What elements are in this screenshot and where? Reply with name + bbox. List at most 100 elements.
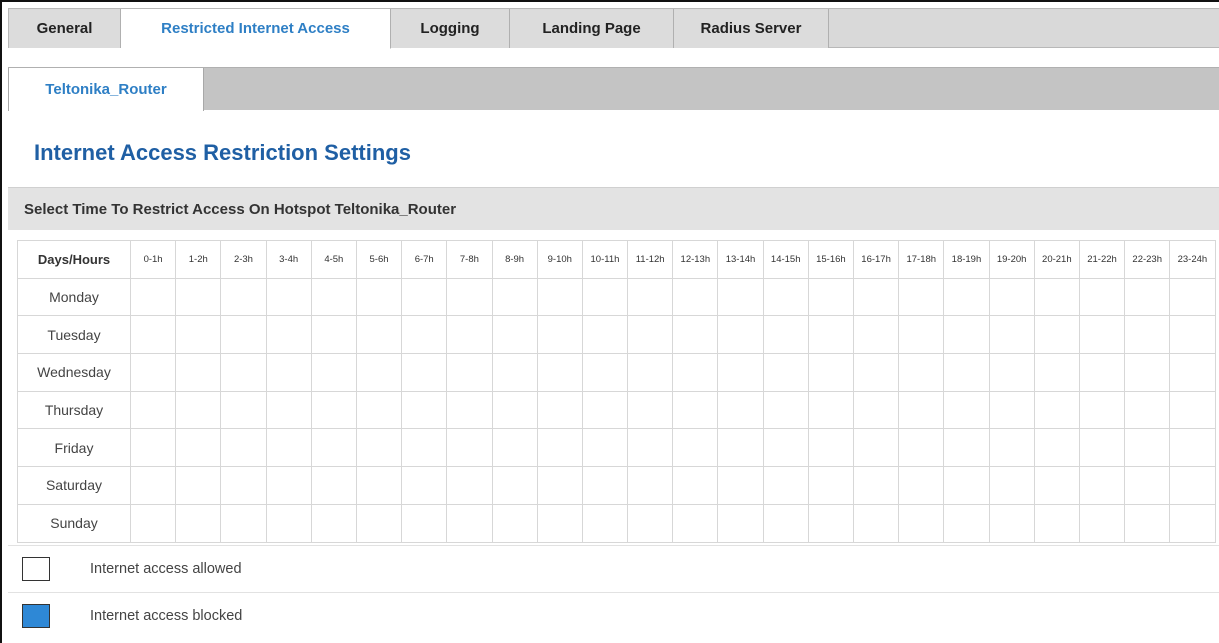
schedule-cell[interactable] — [401, 428, 448, 468]
schedule-cell[interactable] — [401, 466, 448, 505]
schedule-cell[interactable] — [1124, 503, 1171, 543]
schedule-cell[interactable] — [943, 503, 990, 543]
schedule-cell[interactable] — [310, 503, 357, 543]
schedule-cell[interactable] — [762, 315, 809, 355]
schedule-cell[interactable] — [807, 390, 855, 430]
schedule-cell[interactable] — [355, 428, 403, 468]
schedule-cell[interactable] — [1033, 277, 1080, 317]
schedule-cell[interactable] — [581, 503, 629, 543]
schedule-cell[interactable] — [1078, 315, 1126, 355]
schedule-cell[interactable] — [220, 315, 267, 355]
schedule-cell[interactable] — [988, 277, 1035, 317]
schedule-cell[interactable] — [310, 277, 357, 317]
schedule-cell[interactable] — [265, 390, 312, 430]
schedule-cell[interactable] — [1169, 390, 1216, 430]
schedule-cell[interactable] — [762, 277, 809, 317]
schedule-cell[interactable] — [852, 277, 900, 317]
schedule-cell[interactable] — [943, 315, 990, 355]
schedule-cell[interactable] — [265, 466, 312, 505]
schedule-cell[interactable] — [672, 353, 719, 392]
schedule-cell[interactable] — [807, 277, 855, 317]
schedule-cell[interactable] — [762, 353, 809, 392]
schedule-cell[interactable] — [1169, 353, 1216, 392]
schedule-cell[interactable] — [310, 315, 357, 355]
schedule-cell[interactable] — [355, 353, 403, 392]
schedule-cell[interactable] — [446, 466, 493, 505]
schedule-cell[interactable] — [536, 390, 583, 430]
schedule-cell[interactable] — [1078, 503, 1126, 543]
schedule-cell[interactable] — [717, 390, 764, 430]
schedule-cell[interactable] — [807, 466, 855, 505]
schedule-cell[interactable] — [491, 428, 538, 468]
schedule-cell[interactable] — [898, 390, 945, 430]
schedule-cell[interactable] — [446, 503, 493, 543]
schedule-cell[interactable] — [627, 315, 674, 355]
schedule-cell[interactable] — [898, 428, 945, 468]
schedule-cell[interactable] — [717, 428, 764, 468]
schedule-cell[interactable] — [220, 390, 267, 430]
schedule-cell[interactable] — [672, 466, 719, 505]
schedule-cell[interactable] — [446, 428, 493, 468]
schedule-cell[interactable] — [672, 390, 719, 430]
schedule-cell[interactable] — [175, 390, 222, 430]
schedule-cell[interactable] — [988, 466, 1035, 505]
schedule-cell[interactable] — [1169, 315, 1216, 355]
tab-logging[interactable]: Logging — [391, 9, 510, 48]
schedule-cell[interactable] — [355, 277, 403, 317]
schedule-cell[interactable] — [581, 315, 629, 355]
schedule-cell[interactable] — [807, 315, 855, 355]
schedule-cell[interactable] — [898, 503, 945, 543]
schedule-cell[interactable] — [491, 503, 538, 543]
schedule-cell[interactable] — [581, 390, 629, 430]
schedule-cell[interactable] — [852, 503, 900, 543]
schedule-cell[interactable] — [672, 277, 719, 317]
schedule-cell[interactable] — [1124, 277, 1171, 317]
schedule-cell[interactable] — [175, 353, 222, 392]
schedule-cell[interactable] — [355, 315, 403, 355]
schedule-cell[interactable] — [1169, 466, 1216, 505]
schedule-cell[interactable] — [1033, 466, 1080, 505]
schedule-cell[interactable] — [129, 503, 177, 543]
schedule-cell[interactable] — [852, 466, 900, 505]
schedule-cell[interactable] — [401, 315, 448, 355]
schedule-cell[interactable] — [1169, 428, 1216, 468]
schedule-cell[interactable] — [1078, 390, 1126, 430]
schedule-cell[interactable] — [175, 315, 222, 355]
schedule-cell[interactable] — [1078, 428, 1126, 468]
schedule-cell[interactable] — [1033, 428, 1080, 468]
schedule-cell[interactable] — [1033, 315, 1080, 355]
schedule-cell[interactable] — [898, 466, 945, 505]
schedule-cell[interactable] — [807, 503, 855, 543]
schedule-cell[interactable] — [943, 428, 990, 468]
schedule-cell[interactable] — [852, 353, 900, 392]
schedule-cell[interactable] — [1033, 503, 1080, 543]
schedule-cell[interactable] — [401, 277, 448, 317]
schedule-cell[interactable] — [717, 466, 764, 505]
schedule-cell[interactable] — [310, 466, 357, 505]
schedule-cell[interactable] — [762, 466, 809, 505]
schedule-cell[interactable] — [627, 428, 674, 468]
schedule-cell[interactable] — [310, 390, 357, 430]
schedule-cell[interactable] — [536, 503, 583, 543]
schedule-cell[interactable] — [1078, 466, 1126, 505]
schedule-cell[interactable] — [852, 315, 900, 355]
schedule-cell[interactable] — [807, 353, 855, 392]
schedule-cell[interactable] — [627, 390, 674, 430]
schedule-cell[interactable] — [491, 315, 538, 355]
tab-restricted-internet-access[interactable]: Restricted Internet Access — [121, 9, 391, 49]
schedule-cell[interactable] — [988, 315, 1035, 355]
schedule-cell[interactable] — [220, 503, 267, 543]
schedule-cell[interactable] — [265, 503, 312, 543]
schedule-cell[interactable] — [536, 315, 583, 355]
schedule-cell[interactable] — [265, 277, 312, 317]
schedule-cell[interactable] — [943, 353, 990, 392]
schedule-cell[interactable] — [536, 277, 583, 317]
schedule-cell[interactable] — [762, 503, 809, 543]
schedule-cell[interactable] — [988, 353, 1035, 392]
schedule-cell[interactable] — [1124, 390, 1171, 430]
schedule-cell[interactable] — [1124, 353, 1171, 392]
schedule-cell[interactable] — [1078, 353, 1126, 392]
schedule-cell[interactable] — [627, 503, 674, 543]
schedule-cell[interactable] — [717, 315, 764, 355]
schedule-cell[interactable] — [220, 428, 267, 468]
